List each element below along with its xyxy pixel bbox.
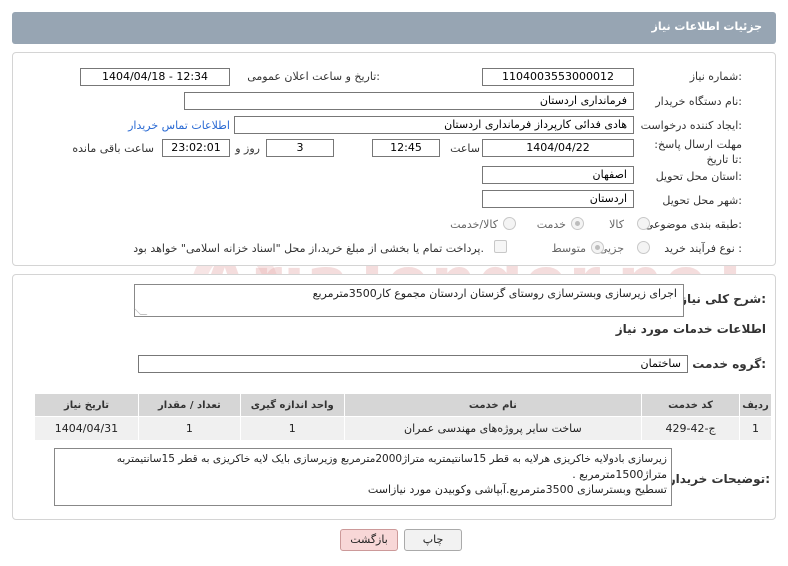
deadline-time-field: 12:45 (372, 139, 440, 157)
header-bar: جزئیات اطلاعات نیاز (12, 12, 776, 44)
cell-row: 1 (739, 416, 772, 441)
category-option-service: خدمت (536, 218, 566, 231)
col-row: ردیف (739, 393, 772, 417)
service-group-label: گروه خدمت: (692, 357, 766, 371)
category-radio-goods[interactable] (637, 217, 650, 230)
deadline-date-field: 1404/04/22 (482, 139, 634, 157)
announce-label: تاریخ و ساعت اعلان عمومی: (247, 70, 380, 83)
page-title: جزئیات اطلاعات نیاز (651, 20, 763, 33)
cell-name: ساخت سایر پروژه‌های مهندسی عمران (343, 416, 643, 441)
category-radio-service[interactable] (571, 217, 584, 230)
col-quantity: تعداد / مقدار (137, 393, 241, 417)
city-label: شهر محل تحویل: (662, 194, 742, 207)
table-header-row: ردیف کد خدمت نام خدمت واحد اندازه گیری ت… (34, 393, 772, 417)
table-row: 1 ج-42-429 ساخت سایر پروژه‌های مهندسی عم… (34, 416, 772, 441)
days-field: 3 (266, 139, 334, 157)
cell-unit: 1 (239, 416, 345, 441)
resize-grip[interactable] (133, 308, 148, 315)
creator-label: ایجاد کننده درخواست: (640, 119, 742, 132)
cell-quantity: 1 (137, 416, 241, 441)
buyer-notes-line-3: تسطیح وبسترسازی 3500مترمربع.آبپاشی وکوبی… (367, 483, 667, 496)
service-group-field: ساختمان (138, 355, 688, 373)
remaining-label: ساعت باقی مانده (72, 142, 154, 155)
summary-label: شرح کلی نیاز: (680, 292, 766, 306)
creator-field: هادی فدائی کارپرداز فرمانداری اردستان (234, 116, 634, 134)
cell-code: ج-42-429 (641, 416, 741, 441)
category-radio-goods-service[interactable] (503, 217, 516, 230)
province-field: اصفهان (482, 166, 634, 184)
process-label: نوع فرآیند خرید : (664, 242, 742, 255)
category-label: طبقه بندی موضوعی: (644, 218, 742, 231)
treasury-payment-note: پرداخت تمام یا بخشی از مبلغ خرید،از محل … (133, 242, 484, 255)
category-option-goods-service: کالا/خدمت (450, 218, 498, 231)
treasury-payment-checkbox[interactable] (494, 240, 507, 253)
print-button[interactable]: چاپ (404, 529, 462, 551)
buyer-notes-line-2: متراژ1500مترمربع . (572, 468, 667, 481)
back-button[interactable]: بازگشت (340, 529, 398, 551)
buyer-notes-label: توضیحات خریدار: (668, 472, 770, 486)
buyer-org-label: نام دستگاه خریدار: (655, 95, 742, 108)
category-option-goods: کالا (609, 218, 624, 231)
services-table: ردیف کد خدمت نام خدمت واحد اندازه گیری ت… (34, 393, 772, 441)
col-code: کد خدمت (641, 393, 741, 417)
province-label: استان محل تحویل: (655, 170, 742, 183)
buyer-notes-textarea[interactable]: زیرسازی بادولایه خاکریزی هرلایه به قطر 1… (54, 448, 672, 506)
city-field: اردستان (482, 190, 634, 208)
announce-field: 1404/04/18 - 12:34 (80, 68, 230, 86)
process-radio-minor[interactable] (637, 241, 650, 254)
process-option-medium: متوسط (551, 242, 586, 255)
need-number-field: 1104003553000012 (482, 68, 634, 86)
buyer-contact-link[interactable]: اطلاعات تماس خریدار (128, 119, 230, 132)
services-title: اطلاعات خدمات مورد نیاز (615, 322, 766, 336)
col-need-date: تاریخ نیاز (34, 393, 139, 417)
summary-text: اجرای زیرسازی وبسترسازی روستای گزستان ار… (312, 287, 677, 300)
col-unit: واحد اندازه گیری (239, 393, 345, 417)
remaining-time-field: 23:02:01 (162, 139, 230, 157)
time-label: ساعت (450, 142, 480, 155)
cell-need-date: 1404/04/31 (34, 416, 139, 441)
days-label: روز و (235, 142, 260, 155)
need-number-label: شماره نیاز: (689, 70, 742, 83)
buyer-org-field: فرمانداری اردستان (184, 92, 634, 110)
deadline-label: مهلت ارسال پاسخ: تا تاریخ: (654, 138, 742, 166)
process-radio-medium[interactable] (591, 241, 604, 254)
col-name: نام خدمت (343, 393, 643, 417)
buyer-notes-line-1: زیرسازی بادولایه خاکریزی هرلایه به قطر 1… (116, 453, 667, 465)
summary-textarea[interactable]: اجرای زیرسازی وبسترسازی روستای گزستان ار… (133, 284, 684, 317)
